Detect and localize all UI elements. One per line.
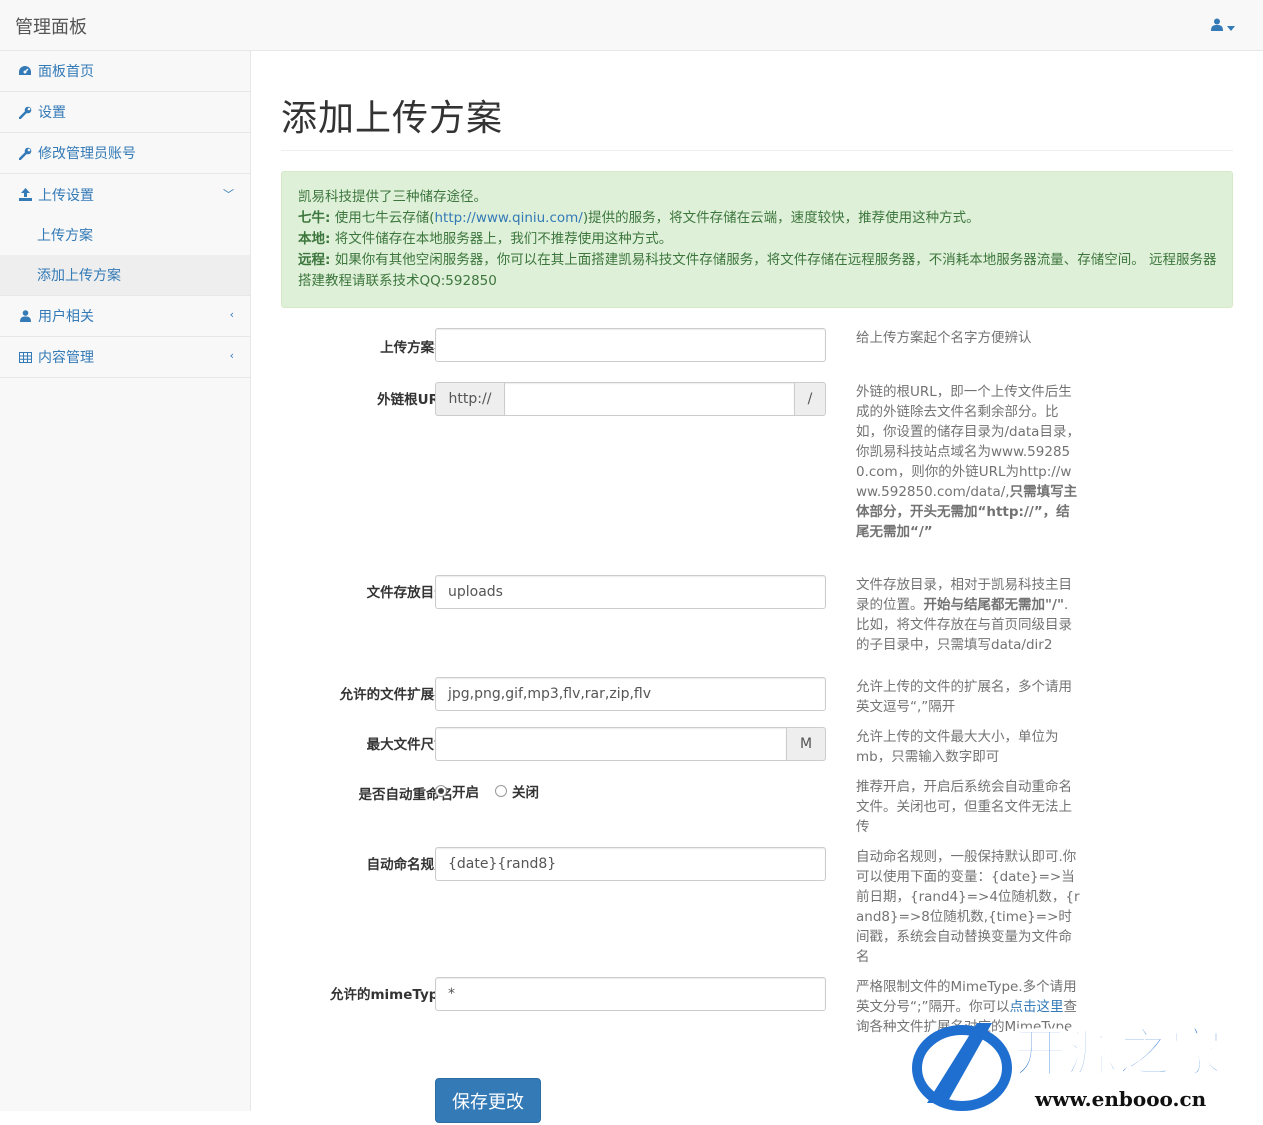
chevron-down-icon: ﹀ xyxy=(223,188,234,201)
sidebar-item-dashboard[interactable]: 面板首页 xyxy=(0,51,250,92)
sidebar-subitem-upload-schemes[interactable]: 上传方案 xyxy=(0,215,250,255)
page-title: 添加上传方案 xyxy=(281,89,1233,151)
alert-line-qiniu: 七牛: 使用七牛云存储(http://www.qiniu.com/)提供的服务，… xyxy=(298,208,1217,229)
mime-type-input[interactable]: * xyxy=(435,977,826,1011)
user-icon xyxy=(18,309,32,323)
sidebar-item-label: 上传设置 xyxy=(38,187,94,204)
upload-settings-submenu: 上传方案 添加上传方案 xyxy=(0,215,250,296)
watermark-logo: 开源之家 www.enbooo.cn xyxy=(907,1013,1257,1113)
alert-line: 凯易科技提供了三种储存途径。 xyxy=(298,189,487,205)
save-button[interactable]: 保存更改 xyxy=(435,1078,541,1123)
radio-label: 关闭 xyxy=(512,785,539,801)
sidebar-subitem-add-upload-scheme[interactable]: 添加上传方案 xyxy=(0,255,250,295)
alert-line-local: 本地: 将文件储存在本地服务器上，我们不推荐使用这种方式。 xyxy=(298,229,1217,250)
qiniu-link[interactable]: http://www.qiniu.com/ xyxy=(434,210,582,226)
wrench-icon xyxy=(18,105,32,119)
rename-off-radio[interactable]: 关闭 xyxy=(495,781,539,801)
sidebar-item-upload-settings[interactable]: 上传设置 ﹀ xyxy=(0,174,250,215)
watermark-text: 开源之家 xyxy=(1014,1024,1222,1084)
user-menu[interactable] xyxy=(1211,18,1235,35)
alert-line-remote: 远程: 如果你有其他空闲服务器，你可以在其上面搭建凯易科技文件存储服务，将文件存… xyxy=(298,250,1217,292)
wrench-icon xyxy=(18,146,32,160)
alert-text: 使用七牛云存储( xyxy=(330,210,435,226)
brand-title[interactable]: 管理面板 xyxy=(15,13,87,39)
alert-key: 七牛: xyxy=(298,210,331,226)
help-part: 外链的根URL，即一个上传文件后生成的外链除去文件名剩余部分。比如，你设置的储存… xyxy=(856,384,1080,500)
dashboard-icon xyxy=(18,64,32,78)
max-size-input[interactable] xyxy=(435,727,787,761)
user-icon xyxy=(1211,18,1223,35)
top-navbar: 管理面板 xyxy=(0,0,1263,51)
table-icon xyxy=(18,350,32,364)
rename-radio-group: 开启 关闭 xyxy=(435,781,539,801)
radio-checked-icon xyxy=(435,785,447,797)
help-text: 外链的根URL，即一个上传文件后生成的外链除去文件名剩余部分。比如，你设置的储存… xyxy=(856,382,1081,542)
sidebar-item-label: 修改管理员账号 xyxy=(38,146,136,162)
radio-unchecked-icon xyxy=(495,785,507,797)
info-alert: 凯易科技提供了三种储存途径。 七牛: 使用七牛云存储(http://www.qi… xyxy=(281,171,1233,308)
url-prefix: http:// xyxy=(435,382,504,416)
sidebar-item-label: 设置 xyxy=(38,105,66,121)
sidebar-item-label: 面板首页 xyxy=(38,64,94,80)
scheme-name-input[interactable] xyxy=(435,328,826,362)
help-text: 允许上传的文件最大大小，单位为mb，只需输入数字即可 xyxy=(856,729,1059,765)
alert-text: )提供的服务，将文件存储在云端，速度较快，推荐使用这种方式。 xyxy=(582,210,980,226)
help-text: 允许上传的文件的扩展名，多个请用英文逗号“,”隔开 xyxy=(856,679,1072,715)
size-input-group: M xyxy=(435,727,826,761)
url-suffix: / xyxy=(795,382,826,416)
size-unit: M xyxy=(787,727,826,761)
sidebar-item-settings[interactable]: 设置 xyxy=(0,92,250,133)
sidebar-item-label: 内容管理 xyxy=(38,350,94,366)
alert-key: 远程: xyxy=(298,252,331,268)
alert-text: 将文件储存在本地服务器上，我们不推荐使用这种方式。 xyxy=(330,231,673,247)
chevron-left-icon: ‹ xyxy=(229,308,234,321)
alert-key: 本地: xyxy=(298,231,331,247)
sidebar-item-content[interactable]: 内容管理 ‹ xyxy=(0,337,250,378)
help-text: 给上传方案起个名字方便辨认 xyxy=(856,330,1032,346)
alert-text: 如果你有其他空闲服务器，你可以在其上面搭建凯易科技文件存储服务，将文件存储在远程… xyxy=(298,252,1217,289)
main-content: 添加上传方案 凯易科技提供了三种储存途径。 七牛: 使用七牛云存储(http:/… xyxy=(281,51,1233,1123)
sidebar-item-edit-admin[interactable]: 修改管理员账号 xyxy=(0,133,250,174)
watermark-url: www.enbooo.cn xyxy=(1034,1087,1207,1111)
help-text: 推荐开启，开启后系统会自动重命名文件。关闭也可，但重名文件无法上传 xyxy=(856,779,1072,835)
chevron-left-icon: ‹ xyxy=(229,349,234,362)
sidebar: 面板首页 设置 修改管理员账号 上传设置 ﹀ 上传方案 添加上传方案 用户相关 … xyxy=(0,51,251,1111)
storage-dir-input[interactable]: uploads xyxy=(435,575,826,609)
upload-icon xyxy=(18,188,32,202)
help-text: 文件存放目录，相对于凯易科技主目录的位置。开始与结尾都无需加"/".比如，将文件… xyxy=(856,575,1081,655)
url-input[interactable] xyxy=(504,382,795,416)
sidebar-item-users[interactable]: 用户相关 ‹ xyxy=(0,296,250,337)
rename-on-radio[interactable]: 开启 xyxy=(435,781,479,801)
help-bold: 开始与结尾都无需加"/" xyxy=(923,597,1065,613)
naming-rule-input[interactable]: {date}{rand8} xyxy=(435,847,826,881)
url-input-group: http:// / xyxy=(435,382,826,416)
sidebar-item-label: 用户相关 xyxy=(38,309,94,325)
caret-down-icon xyxy=(1227,19,1235,35)
allowed-ext-input[interactable]: jpg,png,gif,mp3,flv,rar,zip,flv xyxy=(435,677,826,711)
help-text: 自动命名规则，一般保持默认即可.你可以使用下面的变量：{date}=>当前日期，… xyxy=(856,849,1080,965)
radio-label: 开启 xyxy=(452,785,479,801)
